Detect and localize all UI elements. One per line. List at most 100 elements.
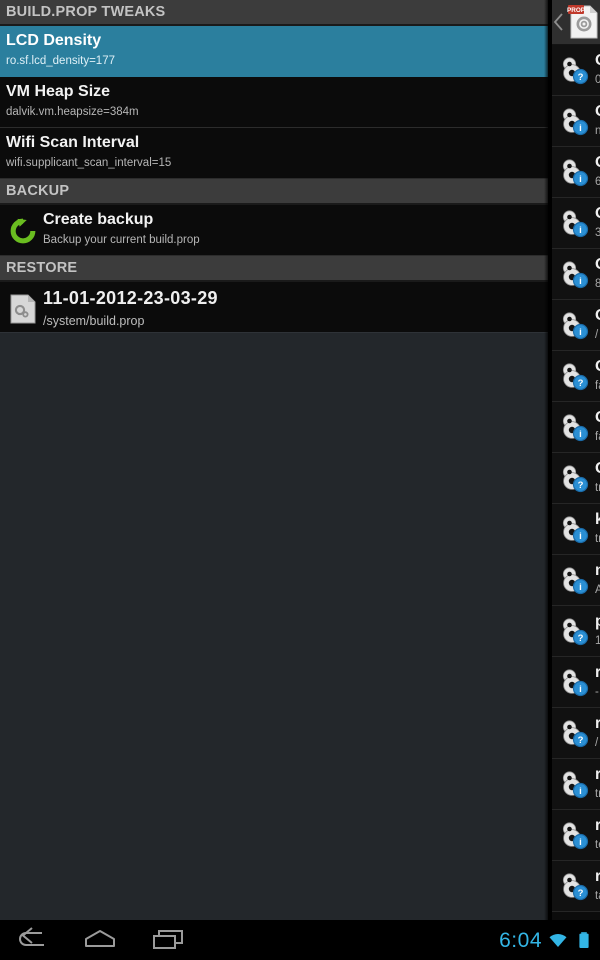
drawer-item-title: r <box>595 715 600 732</box>
drawer-list-item[interactable]: ? r / <box>552 708 600 759</box>
drawer-list-item[interactable]: i r tr <box>552 759 600 810</box>
gear-info-badge-icon: i <box>557 513 591 545</box>
battery-full-icon <box>574 930 594 950</box>
gear-info-badge-icon: i <box>557 768 591 800</box>
drawer-shadow <box>544 0 552 920</box>
gear-info-badge-icon: i <box>557 207 591 239</box>
drawer-item-subtitle: 3 <box>595 227 600 239</box>
android-screen: BUILD.PROP TWEAKS LCD Density ro.sf.lcd_… <box>0 0 600 960</box>
svg-text:i: i <box>579 684 582 695</box>
drawer-item-title: n <box>595 562 600 579</box>
svg-text:i: i <box>579 837 582 848</box>
drawer-list-item[interactable]: i r te <box>552 810 600 861</box>
svg-text:?: ? <box>578 72 584 83</box>
tweak-title: VM Heap Size <box>6 83 111 100</box>
drawer-item-title: O <box>595 358 600 376</box>
drawer-list-item[interactable]: i k tr <box>552 504 600 555</box>
drawer-item-title: O <box>595 307 600 325</box>
drawer-item-subtitle: / <box>595 329 599 341</box>
drawer-list-item[interactable]: ? O 0 <box>552 45 600 96</box>
section-header-tweaks: BUILD.PROP TWEAKS <box>0 0 548 26</box>
drawer-item-subtitle: 1 <box>595 635 600 647</box>
create-backup-title: Create backup <box>43 211 154 228</box>
svg-text:?: ? <box>578 480 584 491</box>
chevron-left-icon[interactable] <box>553 12 565 32</box>
drawer-item-title: O <box>595 154 600 172</box>
drawer-item-subtitle: A <box>595 584 600 596</box>
system-navigation-bar: 6:04 <box>0 920 600 960</box>
gear-help-badge-icon: ? <box>557 717 591 749</box>
drawer-item-title: k <box>595 511 600 528</box>
drawer-item-title: O <box>595 103 600 121</box>
svg-text:?: ? <box>578 735 584 746</box>
drawer-item-title: O <box>595 52 600 70</box>
drawer-list-item[interactable]: i O 6 <box>552 147 600 198</box>
drawer-list-item[interactable]: i On <box>552 96 600 147</box>
svg-text:i: i <box>579 327 582 338</box>
restore-backup-path: /system/build.prop <box>43 314 145 328</box>
drawer-item-subtitle: tr <box>595 788 600 800</box>
drawer-item-subtitle: tr <box>595 482 600 494</box>
drawer-list-item[interactable]: i Ofa <box>552 402 600 453</box>
create-backup-row[interactable]: Create backup Backup your current build.… <box>0 205 548 256</box>
drawer-item-subtitle: 6 <box>595 176 600 188</box>
gear-info-badge-icon: i <box>557 309 591 341</box>
build-prop-tweaks-panel: BUILD.PROP TWEAKS LCD Density ro.sf.lcd_… <box>0 0 548 920</box>
prop-file-icon <box>9 294 37 324</box>
drawer-list-item[interactable]: i O 3 <box>552 198 600 249</box>
home-icon[interactable] <box>72 926 128 954</box>
section-header-label: RESTORE <box>6 260 78 276</box>
gear-info-badge-icon: i <box>557 564 591 596</box>
drawer-item-subtitle: / <box>595 737 599 749</box>
refresh-green-icon <box>8 216 38 246</box>
drawer-list-item[interactable]: i nA <box>552 555 600 606</box>
section-header-backup: BACKUP <box>0 179 548 205</box>
drawer-list-item[interactable]: ? r ta <box>552 861 600 912</box>
svg-text:PROP: PROP <box>567 7 586 14</box>
drawer-item-title: O <box>595 205 600 223</box>
svg-text:?: ? <box>578 378 584 389</box>
drawer-list-item[interactable]: i O / <box>552 300 600 351</box>
svg-text:i: i <box>579 174 582 185</box>
gear-info-badge-icon: i <box>557 666 591 698</box>
svg-text:?: ? <box>578 888 584 899</box>
tweak-row-wifi-scan-interval[interactable]: Wifi Scan Interval wifi.supplicant_scan_… <box>0 128 548 179</box>
status-bar-cluster: 6:04 <box>499 920 594 960</box>
prop-app-icon[interactable]: PROP <box>566 4 600 40</box>
gear-help-badge-icon: ? <box>557 870 591 902</box>
tweak-value: dalvik.vm.heapsize=384m <box>6 106 139 118</box>
empty-list-area <box>0 332 548 920</box>
section-header-label: BUILD.PROP TWEAKS <box>6 4 166 20</box>
gear-info-badge-icon: i <box>557 258 591 290</box>
drawer-list-item[interactable]: ? p 1 <box>552 606 600 657</box>
tweak-value: wifi.supplicant_scan_interval=15 <box>6 157 172 169</box>
drawer-item-title: r <box>595 868 600 885</box>
drawer-list-item[interactable]: i r - <box>552 657 600 708</box>
drawer-item-subtitle: ta <box>595 890 600 902</box>
svg-text:i: i <box>579 225 582 236</box>
gear-help-badge-icon: ? <box>557 360 591 392</box>
drawer-settings-list[interactable]: ?O0iOniO6iO3iO8iO/?OfaiOfa?OtriktrinA?p1… <box>552 45 600 912</box>
drawer-item-title: r <box>595 766 600 783</box>
gear-info-badge-icon: i <box>557 411 591 443</box>
gear-info-badge-icon: i <box>557 819 591 851</box>
drawer-item-subtitle: fa <box>595 431 600 443</box>
drawer-list-item[interactable]: i O 8 <box>552 249 600 300</box>
drawer-item-title: O <box>595 409 600 427</box>
svg-text:i: i <box>579 786 582 797</box>
drawer-item-title: O <box>595 460 600 478</box>
side-drawer[interactable]: PROP ?O0iOniO6iO3iO8iO/?OfaiOfa?Otriktri… <box>552 0 600 920</box>
back-arrow-icon[interactable] <box>8 926 64 954</box>
drawer-item-subtitle: te <box>595 839 600 851</box>
tweak-row-lcd-density[interactable]: LCD Density ro.sf.lcd_density=177 <box>0 26 548 77</box>
tweak-row-vm-heap-size[interactable]: VM Heap Size dalvik.vm.heapsize=384m <box>0 77 548 128</box>
recents-icon[interactable] <box>140 926 196 954</box>
drawer-list-item[interactable]: ? Otr <box>552 453 600 504</box>
drawer-header: PROP <box>552 0 600 45</box>
restore-backup-date: 11-01-2012-23-03-29 <box>43 288 218 308</box>
drawer-item-title: p <box>595 613 600 630</box>
drawer-item-subtitle: 0 <box>595 74 600 86</box>
drawer-list-item[interactable]: ? Ofa <box>552 351 600 402</box>
svg-text:i: i <box>579 276 582 287</box>
svg-text:?: ? <box>578 633 584 644</box>
